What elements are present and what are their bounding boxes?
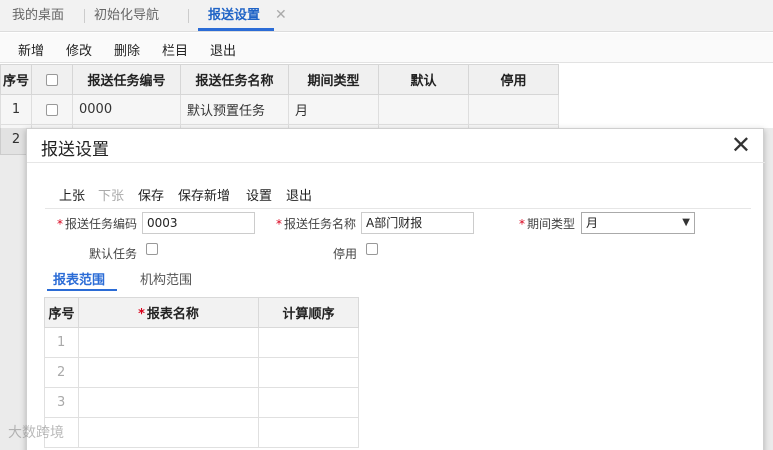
col-header-index: 序号 — [0, 64, 32, 95]
next-button[interactable]: 下张 — [98, 185, 124, 204]
table-row[interactable]: 1 — [44, 327, 359, 358]
col-header-period: 期间类型 — [288, 64, 379, 95]
cell-calc-order[interactable] — [258, 387, 359, 418]
tab-submission-settings[interactable]: 报送设置 — [198, 0, 275, 32]
cell-select — [31, 94, 73, 125]
name-field[interactable]: A部门财报 — [361, 212, 474, 234]
tab-separator — [84, 9, 85, 23]
main-toolbar: 新增 修改 删除 栏目 退出 — [0, 33, 773, 63]
delete-button[interactable]: 删除 — [114, 40, 140, 59]
col-header-code: 报送任务编号 — [72, 64, 181, 95]
col-header-disabled: 停用 — [468, 64, 559, 95]
table-header-row: 序号 * 报表名称 计算顺序 — [44, 297, 359, 328]
cell-report-name[interactable] — [78, 387, 259, 418]
save-button[interactable]: 保存 — [138, 185, 164, 204]
disabled-checkbox[interactable] — [366, 243, 378, 255]
table-row[interactable]: 1 0000 默认预置任务 月 — [0, 94, 559, 125]
close-icon[interactable]: ✕ — [731, 131, 751, 159]
exit-button[interactable]: 退出 — [210, 40, 236, 59]
tab-report-scope[interactable]: 报表范围 — [47, 269, 118, 291]
divider — [45, 208, 751, 209]
cell-disabled — [468, 94, 559, 125]
add-button[interactable]: 新增 — [18, 40, 44, 59]
cell-report-name[interactable] — [78, 357, 259, 388]
cell-report-name[interactable] — [78, 417, 259, 448]
col-header-select — [31, 64, 73, 95]
cell-index: 3 — [44, 387, 79, 418]
cell-index: 1 — [44, 327, 79, 358]
cell-index: 2 — [44, 357, 79, 388]
submission-settings-dialog: 报送设置 ✕ 上张 下张 保存 保存新增 设置 退出 * 报送任务编码 0003 … — [26, 128, 765, 450]
cell-code: 0000 — [72, 94, 181, 125]
edit-button[interactable]: 修改 — [66, 40, 92, 59]
cell-calc-order[interactable] — [258, 417, 359, 448]
tab-org-scope[interactable]: 机构范围 — [140, 269, 192, 288]
exit-button[interactable]: 退出 — [286, 185, 312, 204]
active-tab-indicator — [47, 289, 118, 291]
cell-calc-order[interactable] — [258, 327, 359, 358]
default-task-label: 默认任务 — [89, 247, 138, 261]
period-value: 月 — [586, 216, 599, 230]
name-label: * 报送任务名称 — [276, 217, 357, 231]
table-row[interactable]: 3 — [44, 387, 359, 418]
prev-button[interactable]: 上张 — [59, 185, 85, 204]
active-tab-indicator — [198, 28, 275, 31]
tab-label: 报送设置 — [208, 8, 261, 23]
cell-default — [378, 94, 469, 125]
settings-button[interactable]: 设置 — [246, 185, 272, 204]
col-header-calc-order: 计算顺序 — [258, 297, 359, 328]
save-new-button[interactable]: 保存新增 — [178, 185, 230, 204]
chevron-down-icon: ▼ — [682, 217, 690, 228]
cell-report-name[interactable] — [78, 327, 259, 358]
grid-header-row: 序号 报送任务编号 报送任务名称 期间类型 默认 停用 — [0, 64, 559, 95]
col-header-report-name: * 报表名称 — [78, 297, 259, 328]
cell-name: 默认预置任务 — [180, 94, 289, 125]
tab-label: 报表范围 — [53, 273, 106, 288]
code-field[interactable]: 0003 — [142, 212, 255, 234]
disabled-label: 停用 — [333, 247, 358, 261]
tab-separator — [188, 9, 189, 23]
col-header-default: 默认 — [378, 64, 469, 95]
columns-button[interactable]: 栏目 — [162, 40, 188, 59]
row-checkbox[interactable] — [46, 103, 58, 116]
table-row[interactable] — [44, 417, 359, 448]
select-all-checkbox[interactable] — [46, 73, 58, 86]
report-scope-table: 序号 * 报表名称 计算顺序 1 2 3 — [44, 297, 359, 448]
divider — [27, 162, 765, 163]
tab-my-desktop[interactable]: 我的桌面 — [12, 0, 64, 32]
code-label: * 报送任务编码 — [57, 217, 138, 231]
close-icon[interactable]: ✕ — [275, 8, 289, 22]
tab-bar: 我的桌面 初始化导航 报送设置 ✕ — [0, 0, 773, 32]
default-task-checkbox[interactable] — [146, 243, 158, 255]
cell-index: 1 — [0, 94, 32, 125]
cell-period: 月 — [288, 94, 379, 125]
period-select[interactable]: 月 ▼ — [581, 212, 695, 234]
col-header-name: 报送任务名称 — [180, 64, 289, 95]
dialog-title: 报送设置 — [41, 140, 109, 160]
period-label: * 期间类型 — [519, 217, 576, 231]
cell-calc-order[interactable] — [258, 357, 359, 388]
col-header-index: 序号 — [44, 297, 79, 328]
watermark-logo: 大数跨境 — [8, 425, 64, 441]
tab-init-navigation[interactable]: 初始化导航 — [94, 0, 159, 32]
table-row[interactable]: 2 — [44, 357, 359, 388]
